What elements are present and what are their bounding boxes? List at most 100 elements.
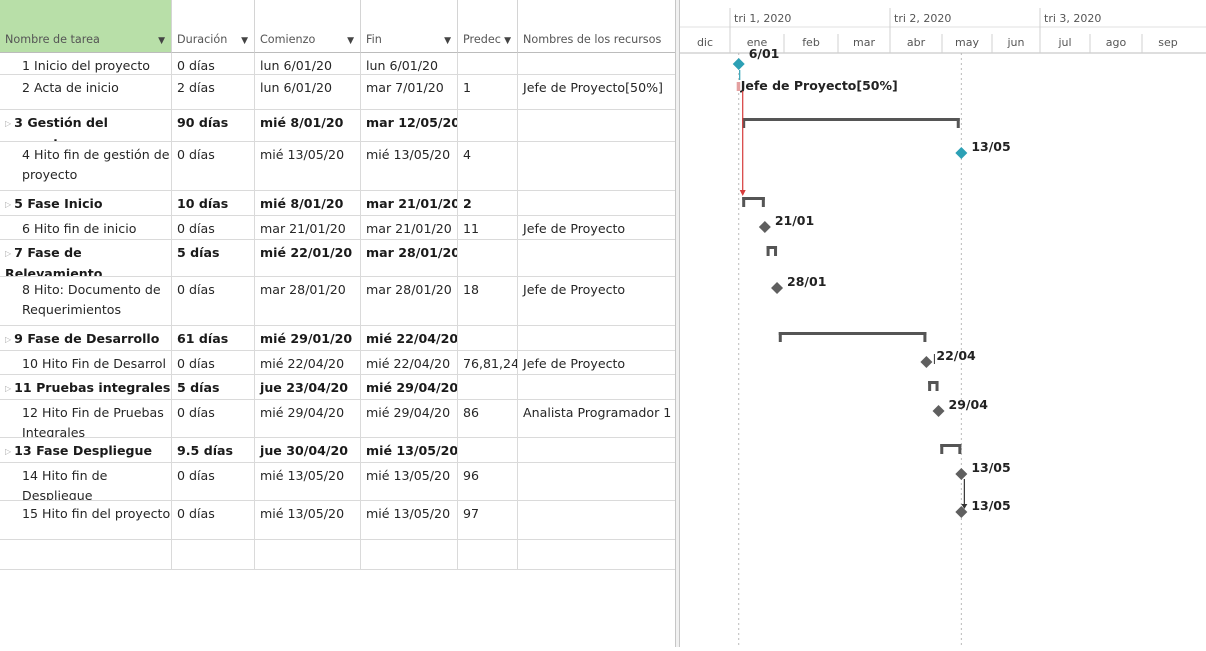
cell-pred[interactable] xyxy=(458,438,518,462)
cell-finish[interactable]: mar 28/01/20 xyxy=(361,240,458,276)
cell-start[interactable]: mar 28/01/20 xyxy=(255,277,361,325)
cell-finish[interactable]: mié 22/04/20 xyxy=(361,351,458,374)
expand-triangle-icon[interactable]: ▷ xyxy=(5,384,11,393)
cell-start[interactable]: lun 6/01/20 xyxy=(255,75,361,109)
task-row[interactable]: 15 Hito fin del proyecto 0 días mié 13/05/… xyxy=(0,501,676,540)
cell-start[interactable]: mar 21/01/20 xyxy=(255,216,361,239)
column-header-resources[interactable]: Nombres de los recursos xyxy=(518,0,676,53)
cell-finish[interactable]: lun 6/01/20 xyxy=(361,53,458,74)
cell-finish[interactable]: mié 13/05/20 xyxy=(361,438,458,462)
task-row[interactable]: 6 Hito fin de inicio 0 días mar 21/01/20 ma… xyxy=(0,216,676,240)
milestone-diamond[interactable] xyxy=(955,506,968,518)
task-bar[interactable] xyxy=(736,82,741,91)
cell-name[interactable]: 12 Hito Fin de Pruebas Integrales xyxy=(0,400,172,437)
task-row[interactable]: ▷ 9 Fase de Desarrollo 61 días mié 29/01/20… xyxy=(0,326,676,351)
cell-name[interactable]: ▷ 11 Pruebas integrales xyxy=(0,375,172,399)
cell-duration[interactable]: 61 días xyxy=(172,326,255,350)
cell-start[interactable]: mié 13/05/20 xyxy=(255,463,361,500)
cell-start[interactable]: mié 22/04/20 xyxy=(255,351,361,374)
cell-name[interactable]: 15 Hito fin del proyecto xyxy=(0,501,172,539)
empty-cell[interactable] xyxy=(172,540,255,569)
cell-resources[interactable] xyxy=(518,463,676,500)
task-row[interactable]: ▷ 5 Fase Inicio 10 días mié 8/01/20 mar 21/0… xyxy=(0,191,676,216)
empty-cell[interactable] xyxy=(518,540,676,569)
cell-pred[interactable]: 18 xyxy=(458,277,518,325)
cell-duration[interactable]: 0 días xyxy=(172,351,255,374)
summary-bar[interactable] xyxy=(778,332,927,335)
filter-dropdown-icon[interactable]: ▼ xyxy=(241,36,248,46)
task-row[interactable]: ▷3 Gestión del proyecto 90 días mié 8/01/2… xyxy=(0,110,676,142)
milestone-diamond[interactable] xyxy=(955,147,968,159)
expand-triangle-icon[interactable]: ▷ xyxy=(5,119,11,128)
cell-duration[interactable]: 0 días xyxy=(172,53,255,74)
cell-pred[interactable] xyxy=(458,326,518,350)
cell-finish[interactable]: mar 12/05/20 xyxy=(361,110,458,141)
cell-pred[interactable] xyxy=(458,110,518,141)
task-row[interactable]: 4 Hito fin de gestión de proyecto 0 días m… xyxy=(0,142,676,191)
cell-start[interactable]: mié 29/01/20 xyxy=(255,326,361,350)
expand-triangle-icon[interactable]: ▷ xyxy=(5,249,11,258)
cell-resources[interactable] xyxy=(518,326,676,350)
cell-start[interactable]: mié 8/01/20 xyxy=(255,110,361,141)
task-row[interactable]: ▷ 7 Fase de Relevamiento 5 días mié 22/01/2… xyxy=(0,240,676,277)
cell-pred[interactable]: 86 xyxy=(458,400,518,437)
summary-bar[interactable] xyxy=(742,118,960,121)
cell-pred[interactable]: 96 xyxy=(458,463,518,500)
cell-name[interactable]: ▷3 Gestión del proyecto xyxy=(0,110,172,141)
task-row[interactable]: 8 Hito: Documento de Requerimientos 0 día… xyxy=(0,277,676,326)
cell-pred[interactable]: 4 xyxy=(458,142,518,190)
cell-finish[interactable]: mié 13/05/20 xyxy=(361,501,458,539)
empty-cell[interactable] xyxy=(255,540,361,569)
milestone-diamond[interactable] xyxy=(955,468,968,480)
milestone-diamond[interactable] xyxy=(932,405,945,417)
milestone-diamond[interactable] xyxy=(758,221,771,233)
task-row[interactable]: 2 Acta de inicio 2 días lun 6/01/20 mar 7/0… xyxy=(0,75,676,110)
cell-name[interactable]: 8 Hito: Documento de Requerimientos xyxy=(0,277,172,325)
cell-resources[interactable] xyxy=(518,501,676,539)
cell-duration[interactable]: 2 días xyxy=(172,75,255,109)
cell-pred[interactable]: 2 xyxy=(458,191,518,215)
cell-start[interactable]: jue 30/04/20 xyxy=(255,438,361,462)
column-header-pred[interactable]: Predec ▼ xyxy=(458,0,518,53)
summary-bar[interactable] xyxy=(742,197,765,200)
cell-start[interactable]: mié 29/04/20 xyxy=(255,400,361,437)
cell-duration[interactable]: 5 días xyxy=(172,240,255,276)
cell-name[interactable]: ▷ 5 Fase Inicio xyxy=(0,191,172,215)
cell-start[interactable]: mié 13/05/20 xyxy=(255,501,361,539)
task-row[interactable]: ▷ 11 Pruebas integrales 5 días jue 23/04/20… xyxy=(0,375,676,400)
cell-resources[interactable] xyxy=(518,110,676,141)
cell-name[interactable]: ▷ 13 Fase Despliegue xyxy=(0,438,172,462)
cell-finish[interactable]: mié 13/05/20 xyxy=(361,463,458,500)
cell-duration[interactable]: 0 días xyxy=(172,400,255,437)
cell-duration[interactable]: 0 días xyxy=(172,216,255,239)
cell-start[interactable]: lun 6/01/20 xyxy=(255,53,361,74)
cell-resources[interactable]: Analista Programador 1 xyxy=(518,400,676,437)
empty-cell[interactable] xyxy=(458,540,518,569)
cell-finish[interactable]: mar 28/01/20 xyxy=(361,277,458,325)
cell-name[interactable]: ▷ 7 Fase de Relevamiento xyxy=(0,240,172,276)
cell-finish[interactable]: mié 29/04/20 xyxy=(361,400,458,437)
cell-pred[interactable]: 11 xyxy=(458,216,518,239)
cell-resources[interactable] xyxy=(518,53,676,74)
task-row[interactable]: 14 Hito fin de Despliegue 0 días mié 13/05… xyxy=(0,463,676,501)
cell-finish[interactable]: mié 22/04/20 xyxy=(361,326,458,350)
expand-triangle-icon[interactable]: ▷ xyxy=(5,200,11,209)
cell-name[interactable]: 4 Hito fin de gestión de proyecto xyxy=(0,142,172,190)
task-row[interactable]: ▷ 13 Fase Despliegue 9.5 días jue 30/04/20 m… xyxy=(0,438,676,463)
milestone-diamond[interactable] xyxy=(732,58,745,70)
cell-duration[interactable]: 0 días xyxy=(172,501,255,539)
cell-resources[interactable] xyxy=(518,438,676,462)
column-header-duration[interactable]: Duración ▼ xyxy=(172,0,255,53)
cell-finish[interactable]: mar 7/01/20 xyxy=(361,75,458,109)
filter-dropdown-icon[interactable]: ▼ xyxy=(504,36,511,46)
milestone-diamond[interactable] xyxy=(771,282,784,294)
task-row[interactable]: 10 Hito Fin de Desarrol 0 días mié 22/04/2… xyxy=(0,351,676,375)
cell-start[interactable]: mié 8/01/20 xyxy=(255,191,361,215)
cell-duration[interactable]: 90 días xyxy=(172,110,255,141)
task-row[interactable]: 1 Inicio del proyecto 0 días lun 6/01/20 lu… xyxy=(0,53,676,75)
cell-duration[interactable]: 5 días xyxy=(172,375,255,399)
empty-cell[interactable] xyxy=(361,540,458,569)
cell-name[interactable]: 6 Hito fin de inicio xyxy=(0,216,172,239)
filter-dropdown-icon[interactable]: ▼ xyxy=(444,36,451,46)
cell-pred[interactable] xyxy=(458,53,518,74)
